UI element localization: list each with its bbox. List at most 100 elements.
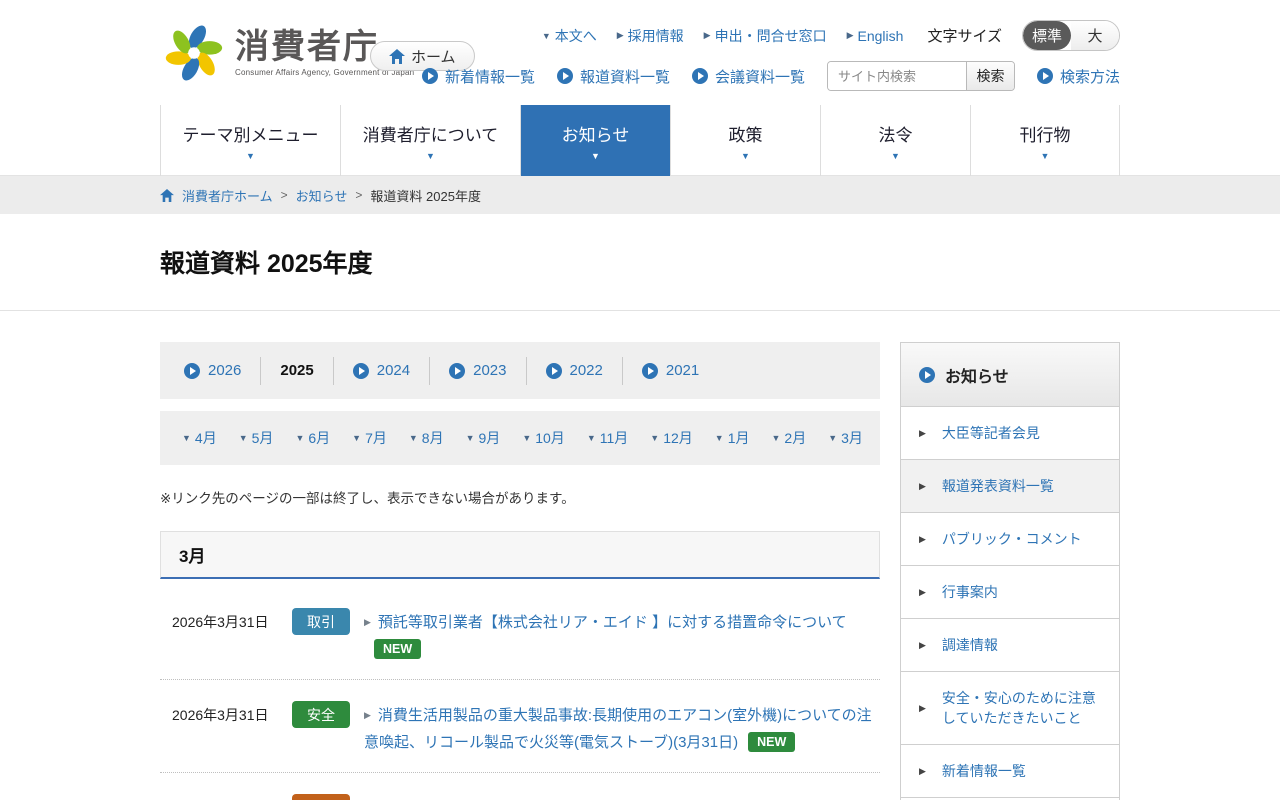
divider: [260, 357, 261, 385]
nav-publications[interactable]: 刊行物 ▼: [970, 105, 1120, 176]
month-link-10[interactable]: ▼10月: [522, 428, 565, 448]
site-header: 消費者庁 Consumer Affairs Agency, Government…: [0, 0, 1280, 105]
year-link-2023[interactable]: 2023: [449, 362, 506, 379]
triangle-right-icon: ▶: [617, 30, 624, 41]
month-link-1[interactable]: ▼1月: [715, 428, 750, 448]
chevron-down-icon: ▼: [741, 151, 750, 161]
triangle-down-icon: ▼: [772, 433, 781, 443]
month-link-7[interactable]: ▼7月: [352, 428, 387, 448]
nav-policy[interactable]: 政策 ▼: [670, 105, 820, 176]
sidebar-item-public-comment[interactable]: ▶ パブリック・コメント: [901, 513, 1119, 566]
sidebar-item-safety-cautions[interactable]: ▶ 安全・安心のために注意していただきたいこと: [901, 672, 1119, 745]
contact-window-link[interactable]: ▶ 申出・問合せ窓口: [704, 26, 827, 46]
meeting-materials-list-link[interactable]: 会議資料一覧: [692, 66, 805, 87]
news-body: ▶第7回現代社会における消費者取引の在り方を踏まえた消費者契約法検討会ワーキング…: [364, 794, 880, 800]
breadcrumb-separator: >: [355, 188, 362, 202]
sidebar-item-events[interactable]: ▶ 行事案内: [901, 566, 1119, 619]
new-badge: NEW: [374, 639, 421, 659]
triangle-right-icon: ▶: [364, 710, 371, 720]
nav-news[interactable]: お知らせ ▼: [520, 105, 670, 176]
news-date: 2026年3月31日: [172, 608, 284, 663]
content-area: 2026 2025 2024 2023 2022 2021: [0, 311, 1280, 800]
home-icon: [160, 189, 174, 202]
month-link-6[interactable]: ▼6月: [295, 428, 330, 448]
search-help-link[interactable]: 検索方法: [1037, 66, 1120, 87]
play-circle-icon: [557, 68, 573, 84]
triangle-down-icon: ▼: [466, 433, 475, 443]
news-body: ▶消費生活用製品の重大製品事故:長期使用のエアコン(室外機)についての注意喚起、…: [364, 701, 880, 756]
search-input[interactable]: [828, 62, 966, 90]
nav-laws[interactable]: 法令 ▼: [820, 105, 970, 176]
news-link[interactable]: 預託等取引業者【株式会社リア・エイド 】に対する措置命令について: [378, 614, 847, 631]
category-badge: 安全: [292, 701, 350, 728]
news-link[interactable]: 消費生活用製品の重大製品事故:長期使用のエアコン(室外機)についての注意喚起、リ…: [364, 707, 872, 751]
divider: [622, 357, 623, 385]
breadcrumb-current: 報道資料 2025年度: [370, 186, 481, 205]
chevron-down-icon: ▼: [246, 151, 255, 161]
font-size-large-button[interactable]: 大: [1071, 21, 1119, 50]
skip-to-content-link[interactable]: ▼ 本文へ: [542, 26, 597, 46]
news-item: 2026年3月31日 安全 ▶消費生活用製品の重大製品事故:長期使用のエアコン(…: [160, 679, 880, 772]
divider: [429, 357, 430, 385]
pinwheel-logo-icon: [165, 24, 223, 82]
month-navigation: ▼4月 ▼5月 ▼6月 ▼7月 ▼8月 ▼9月 ▼10月 ▼11月 ▼12月 ▼…: [160, 411, 880, 465]
month-link-4[interactable]: ▼4月: [182, 428, 217, 448]
triangle-right-icon: ▶: [364, 617, 371, 627]
english-link[interactable]: ▶ English: [847, 28, 904, 44]
nav-about-agency[interactable]: 消費者庁について ▼: [340, 105, 520, 176]
font-size-standard-button[interactable]: 標準: [1023, 21, 1071, 50]
main-column: 2026 2025 2024 2023 2022 2021: [160, 342, 880, 800]
year-navigation: 2026 2025 2024 2023 2022 2021: [160, 342, 880, 399]
sidebar-column: お知らせ ▶ 大臣等記者会見 ▶ 報道発表資料一覧 ▶ パブリック・コメント ▶…: [900, 342, 1120, 800]
triangle-down-icon: ▼: [650, 433, 659, 443]
triangle-down-icon: ▼: [182, 433, 191, 443]
year-link-2024[interactable]: 2024: [353, 362, 410, 379]
quick-links-row: 新着情報一覧 報道資料一覧 会議資料一覧 検索 検索方法: [422, 61, 1120, 91]
sidebar-item-new-info-list[interactable]: ▶ 新着情報一覧: [901, 745, 1119, 798]
main-navigation: テーマ別メニュー ▼ 消費者庁について ▼ お知らせ ▼ 政策 ▼ 法令 ▼ 刊…: [0, 105, 1280, 176]
triangle-down-icon: ▼: [587, 433, 596, 443]
divider: [333, 357, 334, 385]
chevron-down-icon: ▼: [591, 151, 600, 161]
recruit-info-link[interactable]: ▶ 採用情報: [617, 26, 684, 46]
triangle-right-icon: ▶: [919, 635, 926, 655]
month-link-2[interactable]: ▼2月: [772, 428, 807, 448]
year-current-2025: 2025: [280, 362, 313, 379]
press-materials-list-link[interactable]: 報道資料一覧: [557, 66, 670, 87]
search-button[interactable]: 検索: [966, 62, 1014, 90]
year-link-2022[interactable]: 2022: [546, 362, 603, 379]
news-item: 2026年3月31日 取引 ▶ 預託等取引業者【株式会社リア・エイド 】に対する措…: [160, 587, 880, 679]
news-body: ▶ 預託等取引業者【株式会社リア・エイド 】に対する措置命令について NEW: [364, 608, 880, 663]
triangle-down-icon: ▼: [352, 433, 361, 443]
month-link-8[interactable]: ▼8月: [409, 428, 444, 448]
sidebar-item-press-release-list[interactable]: ▶ 報道発表資料一覧: [901, 460, 1119, 513]
month-link-3[interactable]: ▼3月: [828, 428, 863, 448]
breadcrumb-news-link[interactable]: お知らせ: [296, 186, 348, 205]
category-badge: 取引: [292, 608, 350, 635]
new-info-list-link[interactable]: 新着情報一覧: [422, 66, 535, 87]
year-link-2026[interactable]: 2026: [184, 362, 241, 379]
news-item: 2026年3月31日 制度 ▶第7回現代社会における消費者取引の在り方を踏まえた…: [160, 772, 880, 800]
play-circle-icon: [1037, 68, 1053, 84]
sidebar-item-procurement[interactable]: ▶ 調達情報: [901, 619, 1119, 672]
category-badge: 制度: [292, 794, 350, 800]
nav-theme-menu[interactable]: テーマ別メニュー ▼: [160, 105, 340, 176]
new-badge: NEW: [748, 732, 795, 752]
triangle-right-icon: ▶: [919, 761, 926, 781]
link-disclaimer-note: ※リンク先のページの一部は終了し、表示できない場合があります。: [160, 487, 880, 507]
sidebar-item-press-conference[interactable]: ▶ 大臣等記者会見: [901, 407, 1119, 460]
year-link-2021[interactable]: 2021: [642, 362, 699, 379]
home-icon: [389, 49, 405, 64]
month-link-5[interactable]: ▼5月: [239, 428, 274, 448]
triangle-down-icon: ▼: [715, 433, 724, 443]
triangle-down-icon: ▼: [522, 433, 531, 443]
month-link-11[interactable]: ▼11月: [587, 428, 628, 448]
month-link-12[interactable]: ▼12月: [650, 428, 693, 448]
chevron-down-icon: ▼: [426, 151, 435, 161]
play-circle-icon: [642, 363, 658, 379]
breadcrumb-home-link[interactable]: 消費者庁ホーム: [182, 186, 273, 205]
month-link-9[interactable]: ▼9月: [466, 428, 501, 448]
page-title-band: 報道資料 2025年度: [0, 214, 1280, 311]
triangle-right-icon: ▶: [704, 30, 711, 41]
play-circle-icon: [919, 367, 935, 383]
